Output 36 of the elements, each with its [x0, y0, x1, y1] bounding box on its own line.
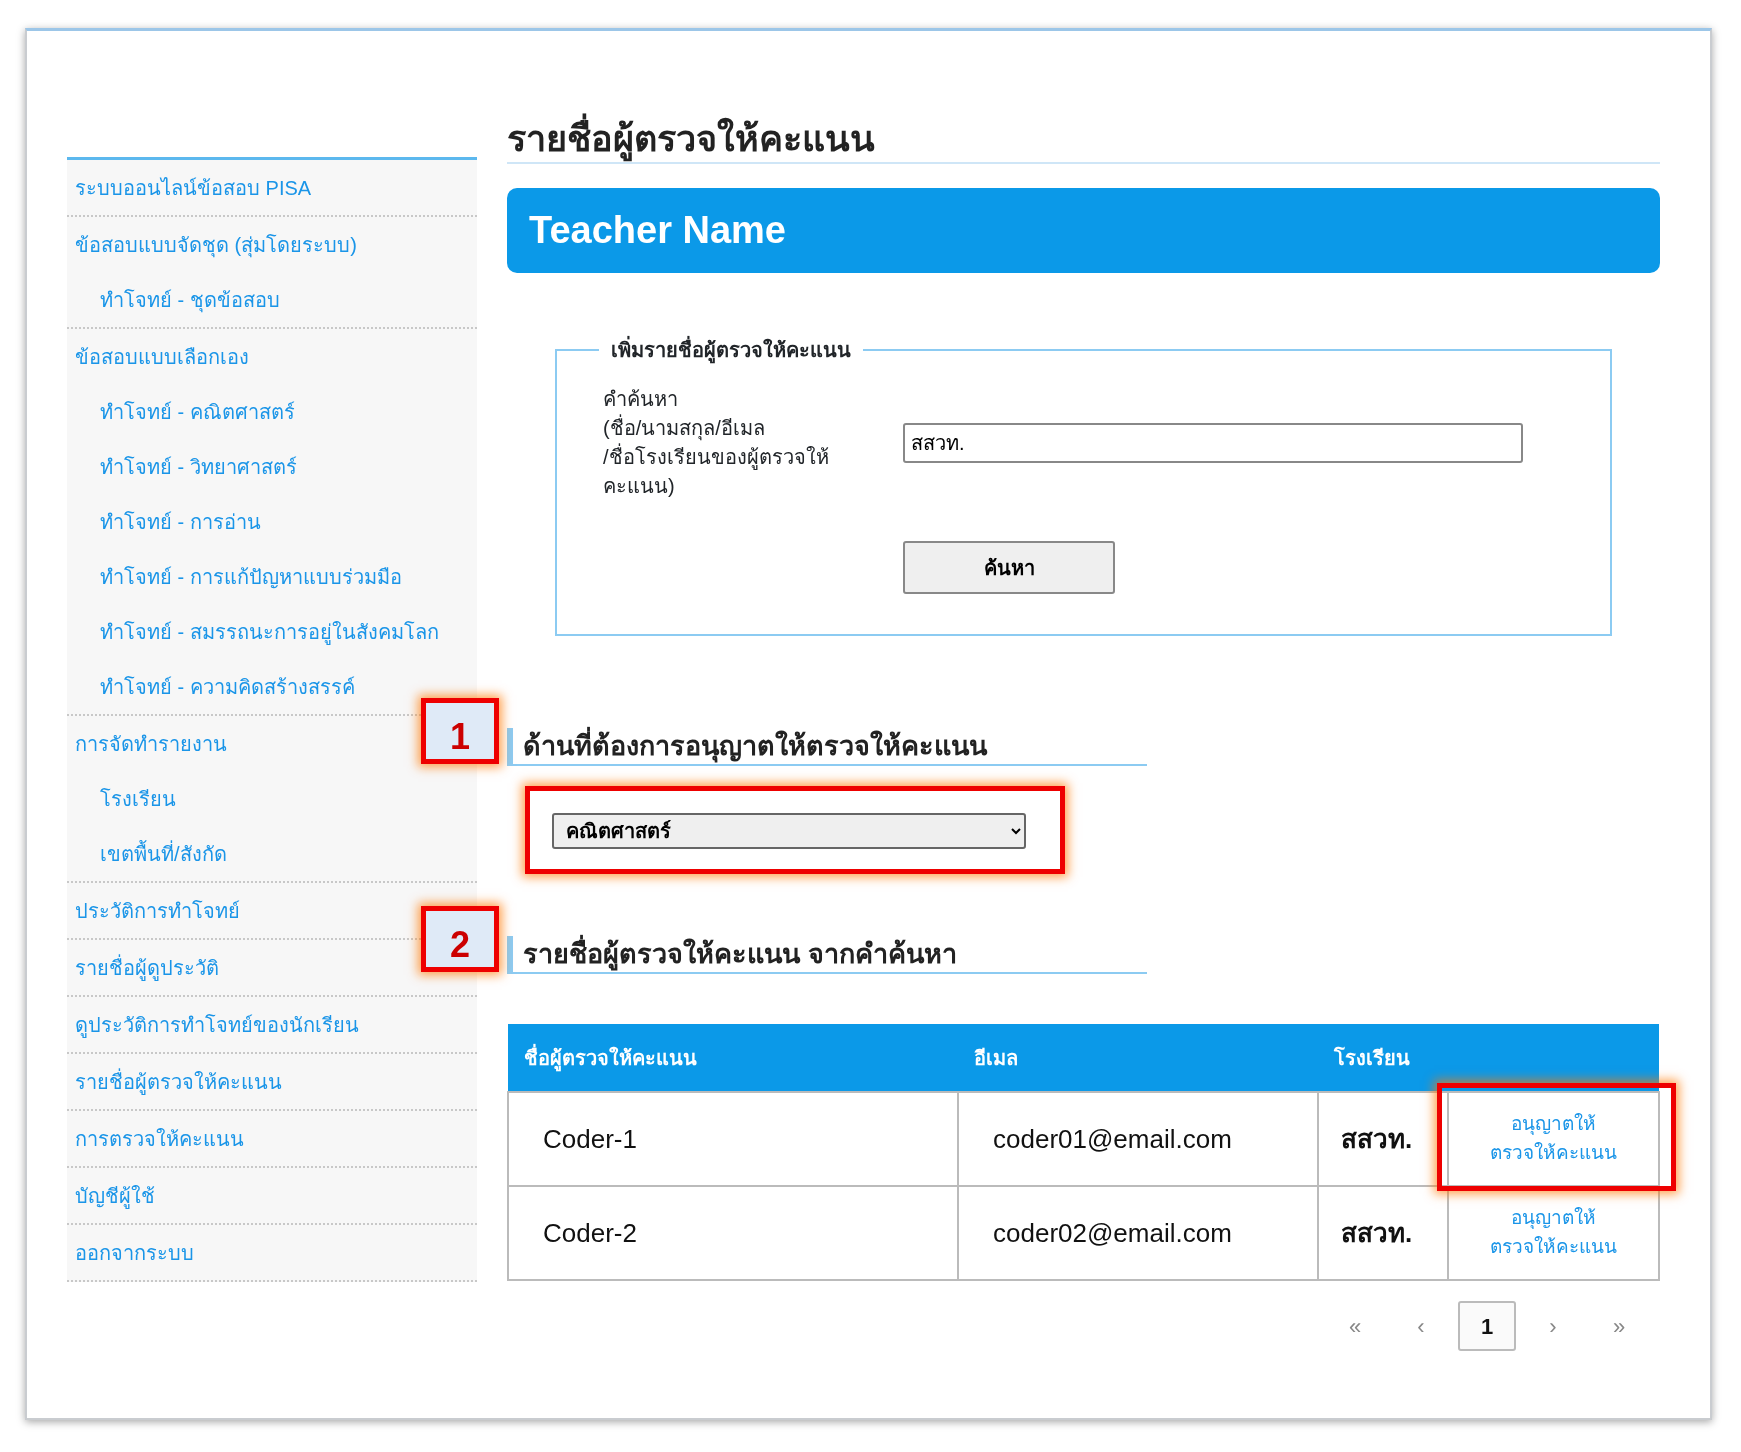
- column-header: อีเมล: [958, 1024, 1318, 1093]
- column-header: ชื่อผู้ตรวจให้คะแนน: [508, 1024, 958, 1093]
- sidebar-link[interactable]: ทำโจทย์ - สมรรถนะการอยู่ในสังคมโลก: [100, 617, 439, 646]
- annotation-number-marker: 1: [421, 698, 499, 765]
- sidebar-link[interactable]: ข้อสอบแบบเลือกเอง: [75, 342, 249, 371]
- sidebar-link[interactable]: ออกจากระบบ: [75, 1238, 194, 1267]
- page-button[interactable]: 1: [1458, 1301, 1516, 1352]
- column-header: โรงเรียน: [1318, 1024, 1448, 1093]
- sidebar-link[interactable]: ทำโจทย์ - ความคิดสร้างสรรค์: [100, 672, 355, 701]
- table-cell: coder01@email.com: [958, 1092, 1318, 1187]
- sidebar-link[interactable]: โรงเรียน: [100, 784, 176, 813]
- page-button[interactable]: «: [1326, 1301, 1384, 1352]
- subject-dropdown[interactable]: คณิตศาสตร์: [552, 813, 1026, 850]
- search-field[interactable]: สสวท.: [903, 423, 1523, 464]
- sidebar-link[interactable]: ทำโจทย์ - ชุดข้อสอบ: [100, 285, 280, 314]
- table-cell: สสวท.: [1318, 1092, 1448, 1187]
- sidebar-link[interactable]: รายชื่อผู้ดูประวัติ: [75, 953, 219, 982]
- sidebar-link[interactable]: ทำโจทย์ - คณิตศาสตร์: [100, 397, 295, 426]
- table-cell: Coder-1: [508, 1092, 958, 1187]
- annotation-number-marker: 2: [421, 906, 499, 973]
- teacher-name-banner: Teacher Name: [507, 188, 1660, 274]
- sidebar-link[interactable]: บัญชีผู้ใช้: [75, 1181, 155, 1210]
- sidebar-link[interactable]: เขตพื้นที่/สังกัด: [100, 839, 227, 868]
- form-legend: เพิ่มรายชื่อผู้ตรวจให้คะแนน: [599, 335, 863, 366]
- sidebar-link[interactable]: ทำโจทย์ - การแก้ปัญหาแบบร่วมมือ: [100, 562, 402, 591]
- search-button[interactable]: ค้นหา: [903, 541, 1115, 595]
- table-cell: Coder-2: [508, 1186, 958, 1281]
- sidebar-link[interactable]: ทำโจทย์ - การอ่าน: [100, 507, 261, 536]
- page-button[interactable]: ‹: [1392, 1301, 1450, 1352]
- page-button[interactable]: ›: [1524, 1301, 1582, 1352]
- page-button[interactable]: »: [1590, 1301, 1648, 1352]
- sidebar-link[interactable]: การจัดทำรายงาน: [75, 729, 227, 758]
- sidebar-link[interactable]: ข้อสอบแบบจัดชุด (สุ่มโดยระบบ): [75, 230, 357, 259]
- sidebar-link[interactable]: ทำโจทย์ - วิทยาศาสตร์: [100, 452, 297, 481]
- search-label: คำค้นหา (ชื่อ/นามสกุล/อีเมล /ชื่อโรงเรียนของผู้ตรวจให้ คะแนน): [603, 387, 830, 500]
- table-cell: coder02@email.com: [958, 1186, 1318, 1281]
